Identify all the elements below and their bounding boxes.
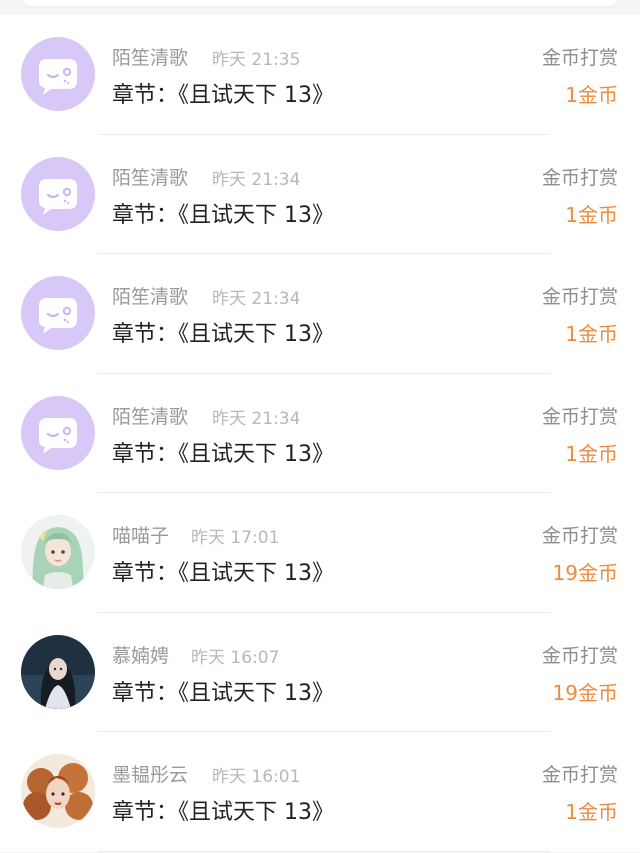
coin-amount: 1金币 xyxy=(565,800,618,824)
list-item[interactable]: 喵喵子 昨天 17:01 章节：《且试天下 13》 金币打赏 19金币 xyxy=(0,493,640,613)
previous-card-edge xyxy=(20,0,620,6)
tip-time: 昨天 21:34 xyxy=(212,169,301,190)
list-item[interactable]: 墨韫彤云 昨天 16:01 章节：《且试天下 13》 金币打赏 1金币 xyxy=(0,732,640,852)
chapter-title: 章节：《且试天下 13》 xyxy=(112,561,334,586)
coin-amount: 19金币 xyxy=(552,561,618,585)
list-item[interactable]: 陌笙清歌 昨天 21:35 章节：《且试天下 13》 金币打赏 1金币 xyxy=(0,15,640,135)
chapter-title: 章节：《且试天下 13》 xyxy=(112,680,334,706)
tip-type-label: 金币打赏 xyxy=(541,166,618,189)
tip-time: 昨天 17:01 xyxy=(191,528,280,548)
user-photo-curly-hair[interactable] xyxy=(21,754,95,828)
user-photo-green-hair[interactable] xyxy=(21,515,95,589)
user-name[interactable]: 陌笙清歌 xyxy=(112,402,188,429)
chapter-title: 章节：《且试天下 13》 xyxy=(112,441,334,467)
coin-amount: 1金币 xyxy=(565,202,618,227)
chapter-title: 章节：《且试天下 13》 xyxy=(112,83,334,108)
tip-type-label: 金币打赏 xyxy=(541,286,618,308)
coin-amount: 1金币 xyxy=(565,83,618,107)
tip-type-label: 金币打赏 xyxy=(541,47,618,69)
default-avatar-icon[interactable] xyxy=(21,276,95,350)
coin-amount: 19金币 xyxy=(552,680,618,705)
tip-type-label: 金币打赏 xyxy=(541,764,618,786)
divider xyxy=(98,850,550,852)
default-avatar-icon[interactable] xyxy=(21,395,95,470)
default-avatar-icon[interactable] xyxy=(21,156,95,231)
tip-type-label: 金币打赏 xyxy=(541,525,618,547)
user-name[interactable]: 陌笙清歌 xyxy=(112,282,188,309)
user-name[interactable]: 墨韫彤云 xyxy=(112,760,188,787)
chapter-title: 章节：《且试天下 13》 xyxy=(112,322,334,347)
coin-amount: 1金币 xyxy=(565,322,618,346)
default-avatar-icon[interactable] xyxy=(21,37,95,111)
chapter-title: 章节：《且试天下 13》 xyxy=(112,800,334,825)
tip-time: 昨天 21:34 xyxy=(212,289,301,309)
user-photo-dark[interactable] xyxy=(21,634,95,709)
user-name[interactable]: 慕婻娉 xyxy=(112,641,169,668)
tip-time: 昨天 21:35 xyxy=(212,50,301,70)
list-item[interactable]: 陌笙清歌 昨天 21:34 章节：《且试天下 13》 金币打赏 1金币 xyxy=(0,134,640,254)
chapter-title: 章节：《且试天下 13》 xyxy=(112,202,334,228)
list-item[interactable]: 慕婻娉 昨天 16:07 章节：《且试天下 13》 金币打赏 19金币 xyxy=(0,612,640,732)
tip-type-label: 金币打赏 xyxy=(541,644,618,667)
user-name[interactable]: 陌笙清歌 xyxy=(112,163,188,190)
user-name[interactable]: 陌笙清歌 xyxy=(112,43,188,70)
tip-time: 昨天 16:01 xyxy=(212,767,301,787)
tip-type-label: 金币打赏 xyxy=(541,405,618,428)
tip-record-list: 陌笙清歌 昨天 21:35 章节：《且试天下 13》 金币打赏 1金币 陌笙清歌… xyxy=(0,15,640,852)
tip-time: 昨天 16:07 xyxy=(191,647,280,668)
list-item[interactable]: 陌笙清歌 昨天 21:34 章节：《且试天下 13》 金币打赏 1金币 xyxy=(0,254,640,374)
list-item[interactable]: 陌笙清歌 昨天 21:34 章节：《且试天下 13》 金币打赏 1金币 xyxy=(0,373,640,493)
coin-amount: 1金币 xyxy=(565,441,618,466)
tip-time: 昨天 21:34 xyxy=(212,408,301,429)
user-name[interactable]: 喵喵子 xyxy=(112,521,169,548)
